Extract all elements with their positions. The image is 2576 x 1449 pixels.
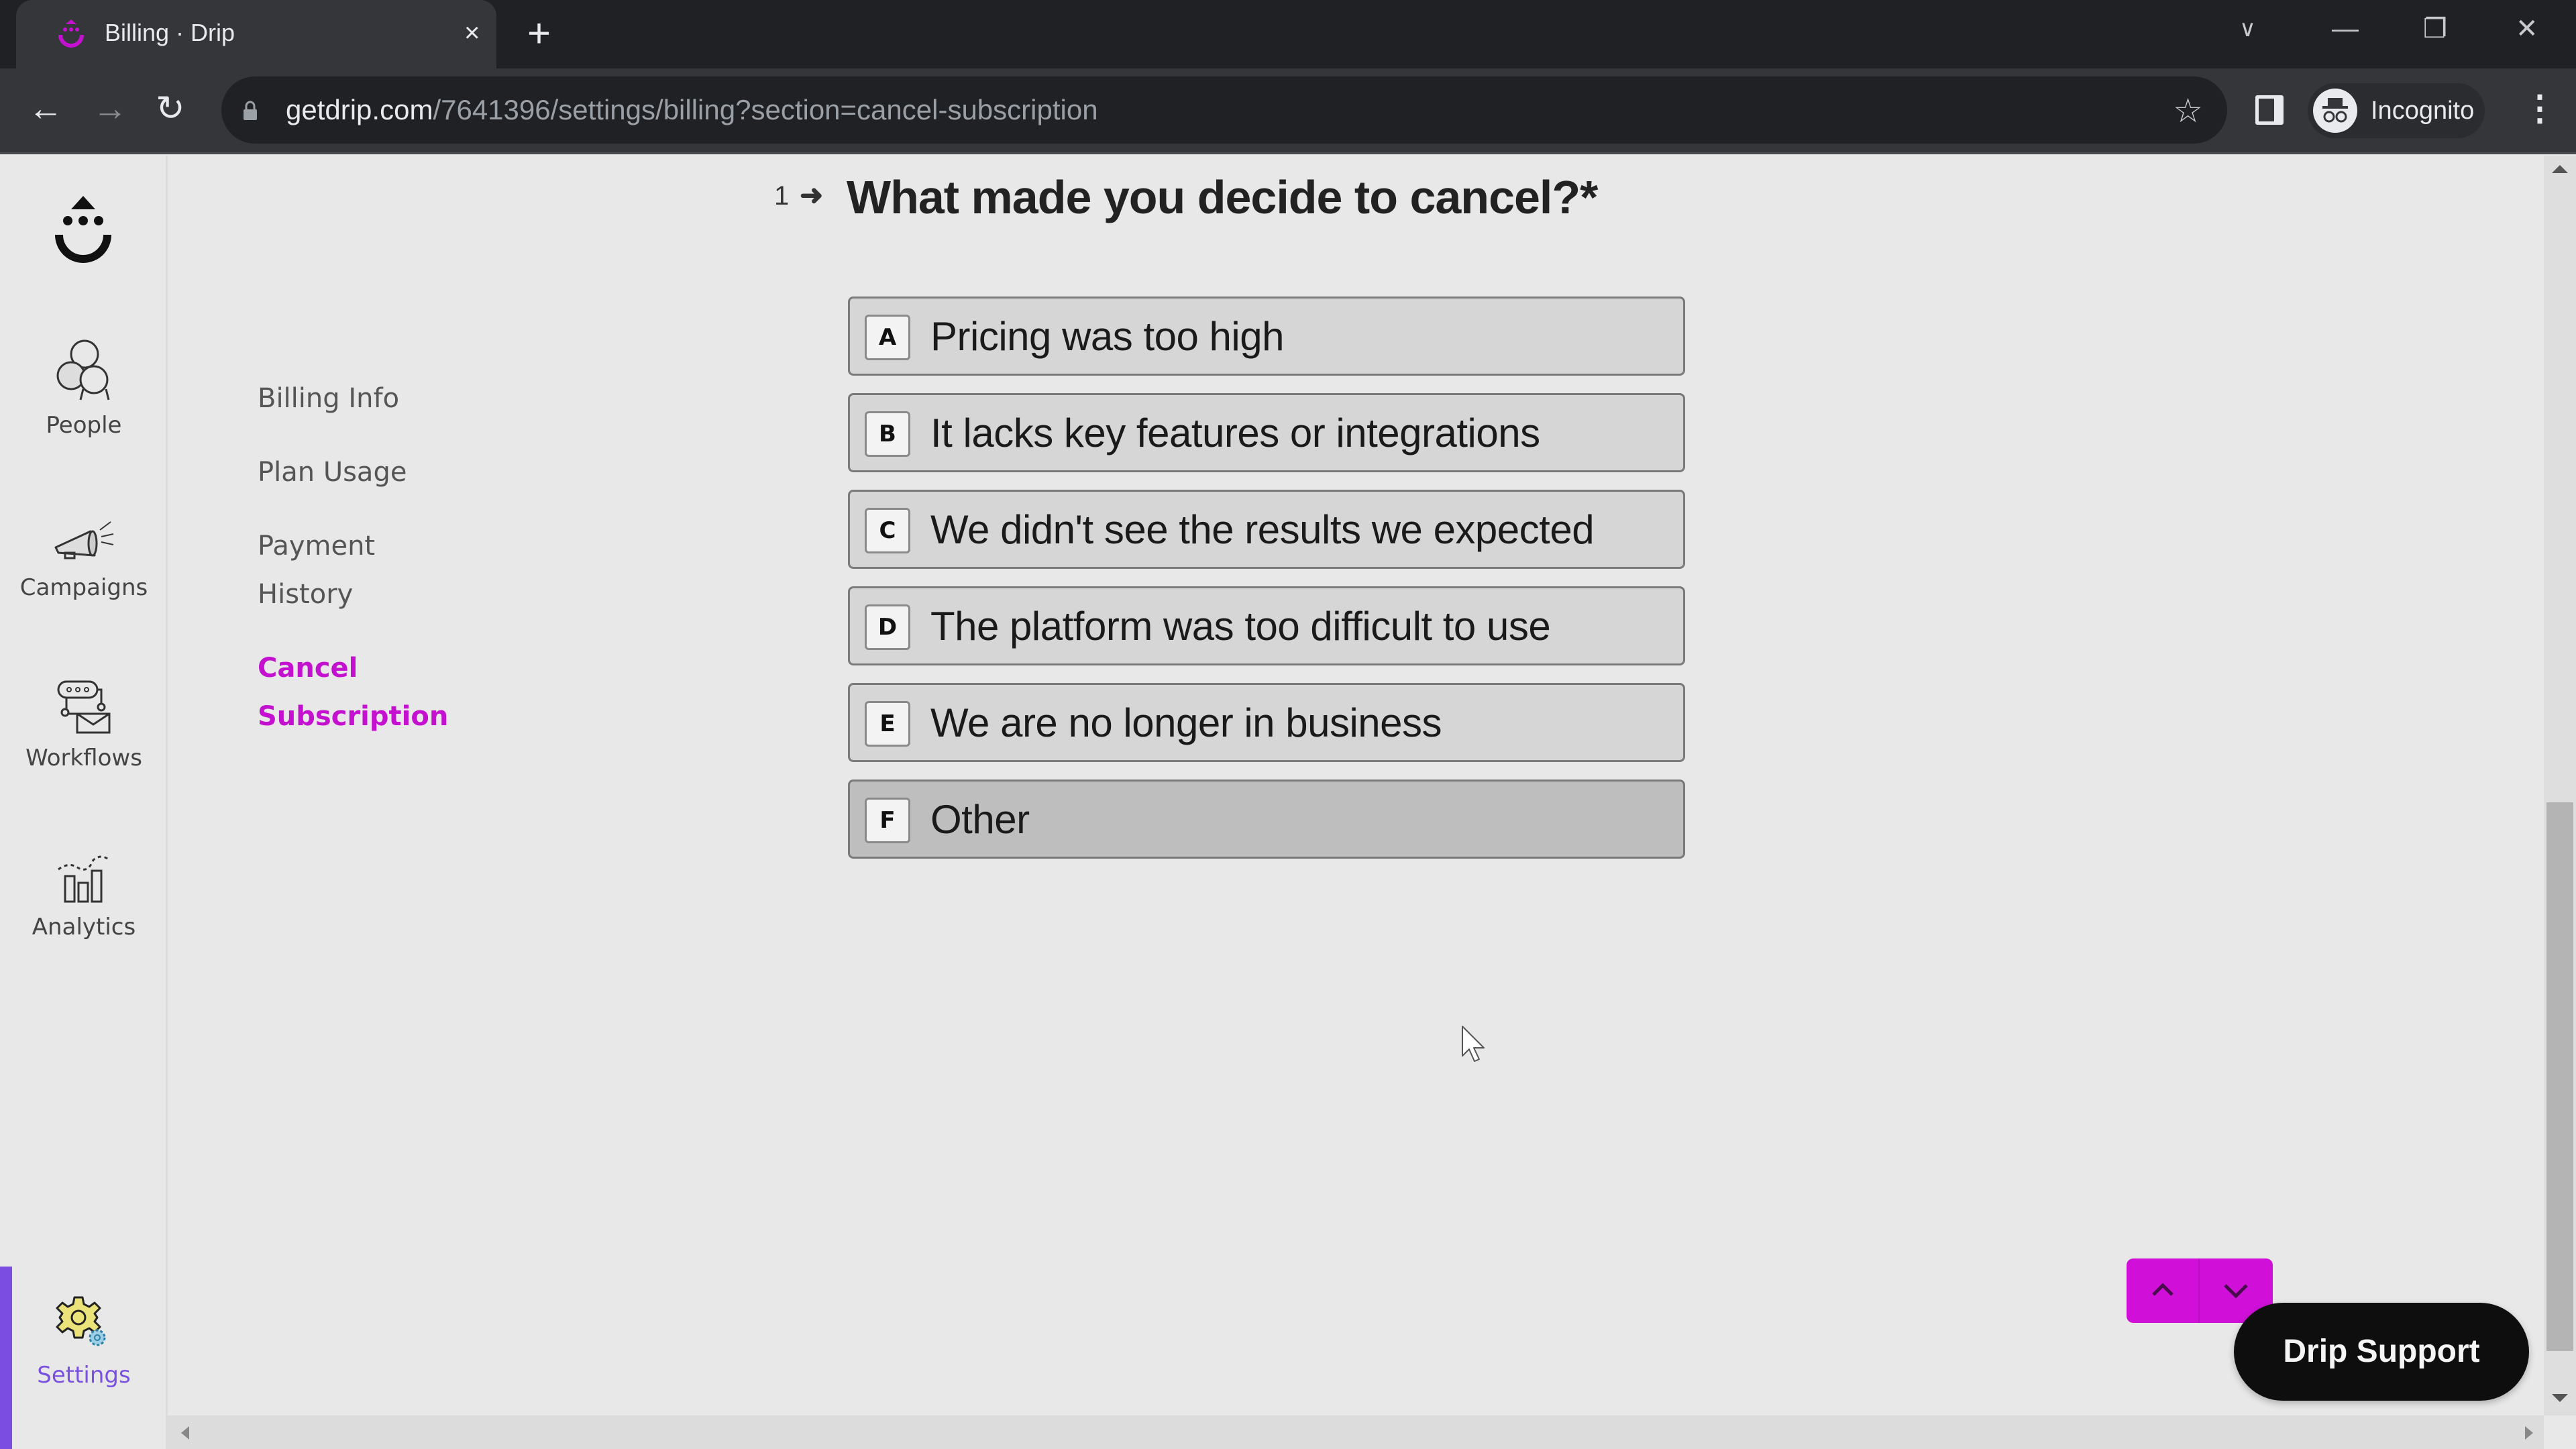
choice-label: We are no longer in business xyxy=(930,700,1442,745)
browser-toolbar: ← → ↻ getdrip.com/7641396/settings/billi… xyxy=(0,68,2576,154)
reload-icon[interactable]: ↻ xyxy=(156,89,185,129)
scroll-right-arrow-icon[interactable] xyxy=(2525,1426,2533,1440)
side-panel-icon[interactable] xyxy=(2255,95,2284,125)
people-icon xyxy=(56,339,110,400)
choice-key: C xyxy=(865,508,910,553)
choice-key: B xyxy=(865,411,910,457)
megaphone-icon xyxy=(54,521,114,559)
sidebar-label: Settings xyxy=(37,1362,131,1389)
horizontal-scrollbar[interactable] xyxy=(168,1415,2544,1449)
sidebar-label: Campaigns xyxy=(19,574,148,601)
choice-key: F xyxy=(865,798,910,843)
browser-tab[interactable]: Billing · Drip × xyxy=(16,0,496,68)
subnav-label-line: Cancel xyxy=(258,653,358,684)
sidebar-label: Workflows xyxy=(25,745,142,771)
choice-key: A xyxy=(865,315,910,360)
sidebar-label: People xyxy=(46,412,122,439)
incognito-profile-button[interactable]: Incognito xyxy=(2308,83,2485,138)
forward-icon[interactable]: → xyxy=(93,89,127,129)
choice-option-c[interactable]: C We didn't see the results we expected xyxy=(848,490,1685,569)
main-sidebar: People Campaigns Workflows Analytics Set… xyxy=(0,156,168,1449)
subnav-payment-history[interactable]: Payment History xyxy=(258,522,459,619)
choice-label: We didn't see the results we expected xyxy=(930,507,1595,552)
subnav-plan-usage[interactable]: Plan Usage xyxy=(258,448,459,496)
question-title: What made you decide to cancel?* xyxy=(847,171,1598,223)
choice-label: It lacks key features or integrations xyxy=(930,411,1540,455)
choice-key: D xyxy=(865,604,910,650)
question-nav-group xyxy=(2127,1258,2273,1323)
scroll-down-arrow-icon[interactable] xyxy=(2552,1394,2568,1402)
workflow-icon xyxy=(57,680,111,734)
back-icon[interactable]: ← xyxy=(28,89,63,129)
restore-icon[interactable]: ❐ xyxy=(2423,12,2447,46)
analytics-icon xyxy=(58,855,110,903)
scroll-up-arrow-icon[interactable] xyxy=(2552,165,2568,173)
lock-icon xyxy=(244,101,257,120)
question-arrow-icon: ➜ xyxy=(800,179,824,211)
drip-support-button[interactable]: Drip Support xyxy=(2234,1303,2529,1401)
tab-title: Billing · Drip xyxy=(105,19,235,46)
vertical-scrollbar-thumb[interactable] xyxy=(2546,802,2573,1351)
new-tab-button[interactable]: + xyxy=(527,13,551,54)
subnav-label-line: Payment xyxy=(258,531,376,561)
choice-option-a[interactable]: A Pricing was too high xyxy=(848,297,1685,376)
bookmark-star-icon[interactable]: ☆ xyxy=(2173,94,2203,127)
sidebar-item-settings[interactable]: Settings xyxy=(0,1296,168,1389)
choice-option-d[interactable]: D The platform was too difficult to use xyxy=(848,586,1685,665)
browser-menu-icon[interactable]: ⋮ xyxy=(2522,89,2557,129)
scroll-left-arrow-icon[interactable] xyxy=(181,1426,189,1440)
previous-question-button[interactable] xyxy=(2127,1258,2200,1323)
drip-app: People Campaigns Workflows Analytics Set… xyxy=(0,156,2576,1449)
browser-tab-bar: Billing · Drip × + ∨ — ❐ ✕ xyxy=(0,0,2576,68)
address-bar[interactable]: getdrip.com/7641396/settings/billing?sec… xyxy=(221,76,2227,144)
url-host: getdrip.com xyxy=(286,94,433,125)
drip-logo-icon[interactable] xyxy=(51,191,115,267)
subnav-label-line: Subscription xyxy=(258,701,449,732)
choice-key: E xyxy=(865,701,910,747)
choice-option-e[interactable]: E We are no longer in business xyxy=(848,683,1685,762)
sidebar-item-workflows[interactable]: Workflows xyxy=(0,679,168,771)
choice-label: Pricing was too high xyxy=(930,314,1284,359)
sidebar-item-analytics[interactable]: Analytics xyxy=(0,851,168,941)
choice-option-b[interactable]: B It lacks key features or integrations xyxy=(848,393,1685,472)
vertical-scrollbar[interactable] xyxy=(2544,156,2576,1415)
chevron-up-icon xyxy=(2152,1283,2174,1296)
tab-close-icon[interactable]: × xyxy=(464,16,480,50)
subnav-label-line: History xyxy=(258,579,354,610)
incognito-icon xyxy=(2313,89,2357,133)
sidebar-label: Analytics xyxy=(32,914,136,941)
sidebar-item-campaigns[interactable]: Campaigns xyxy=(0,518,168,601)
tab-search-icon[interactable]: ∨ xyxy=(2239,12,2256,46)
drip-favicon-icon xyxy=(58,19,84,48)
question-number: 1 xyxy=(774,181,790,211)
sidebar-item-people[interactable]: People xyxy=(0,338,168,439)
minimize-icon[interactable]: — xyxy=(2332,12,2359,46)
incognito-label: Incognito xyxy=(2371,97,2475,125)
choice-label: Other xyxy=(930,797,1030,842)
gear-icon xyxy=(56,1296,106,1346)
window-close-icon[interactable]: ✕ xyxy=(2516,12,2538,46)
subnav-billing-info[interactable]: Billing Info xyxy=(258,374,459,423)
subnav-cancel-subscription[interactable]: Cancel Subscription xyxy=(258,644,459,741)
mouse-cursor-icon xyxy=(1462,1026,1485,1062)
choice-label: The platform was too difficult to use xyxy=(930,604,1551,649)
url-text[interactable]: getdrip.com/7641396/settings/billing?sec… xyxy=(286,94,1098,126)
url-path: /7641396/settings/billing?section=cancel… xyxy=(433,94,1098,125)
choice-option-f[interactable]: F Other xyxy=(848,780,1685,859)
